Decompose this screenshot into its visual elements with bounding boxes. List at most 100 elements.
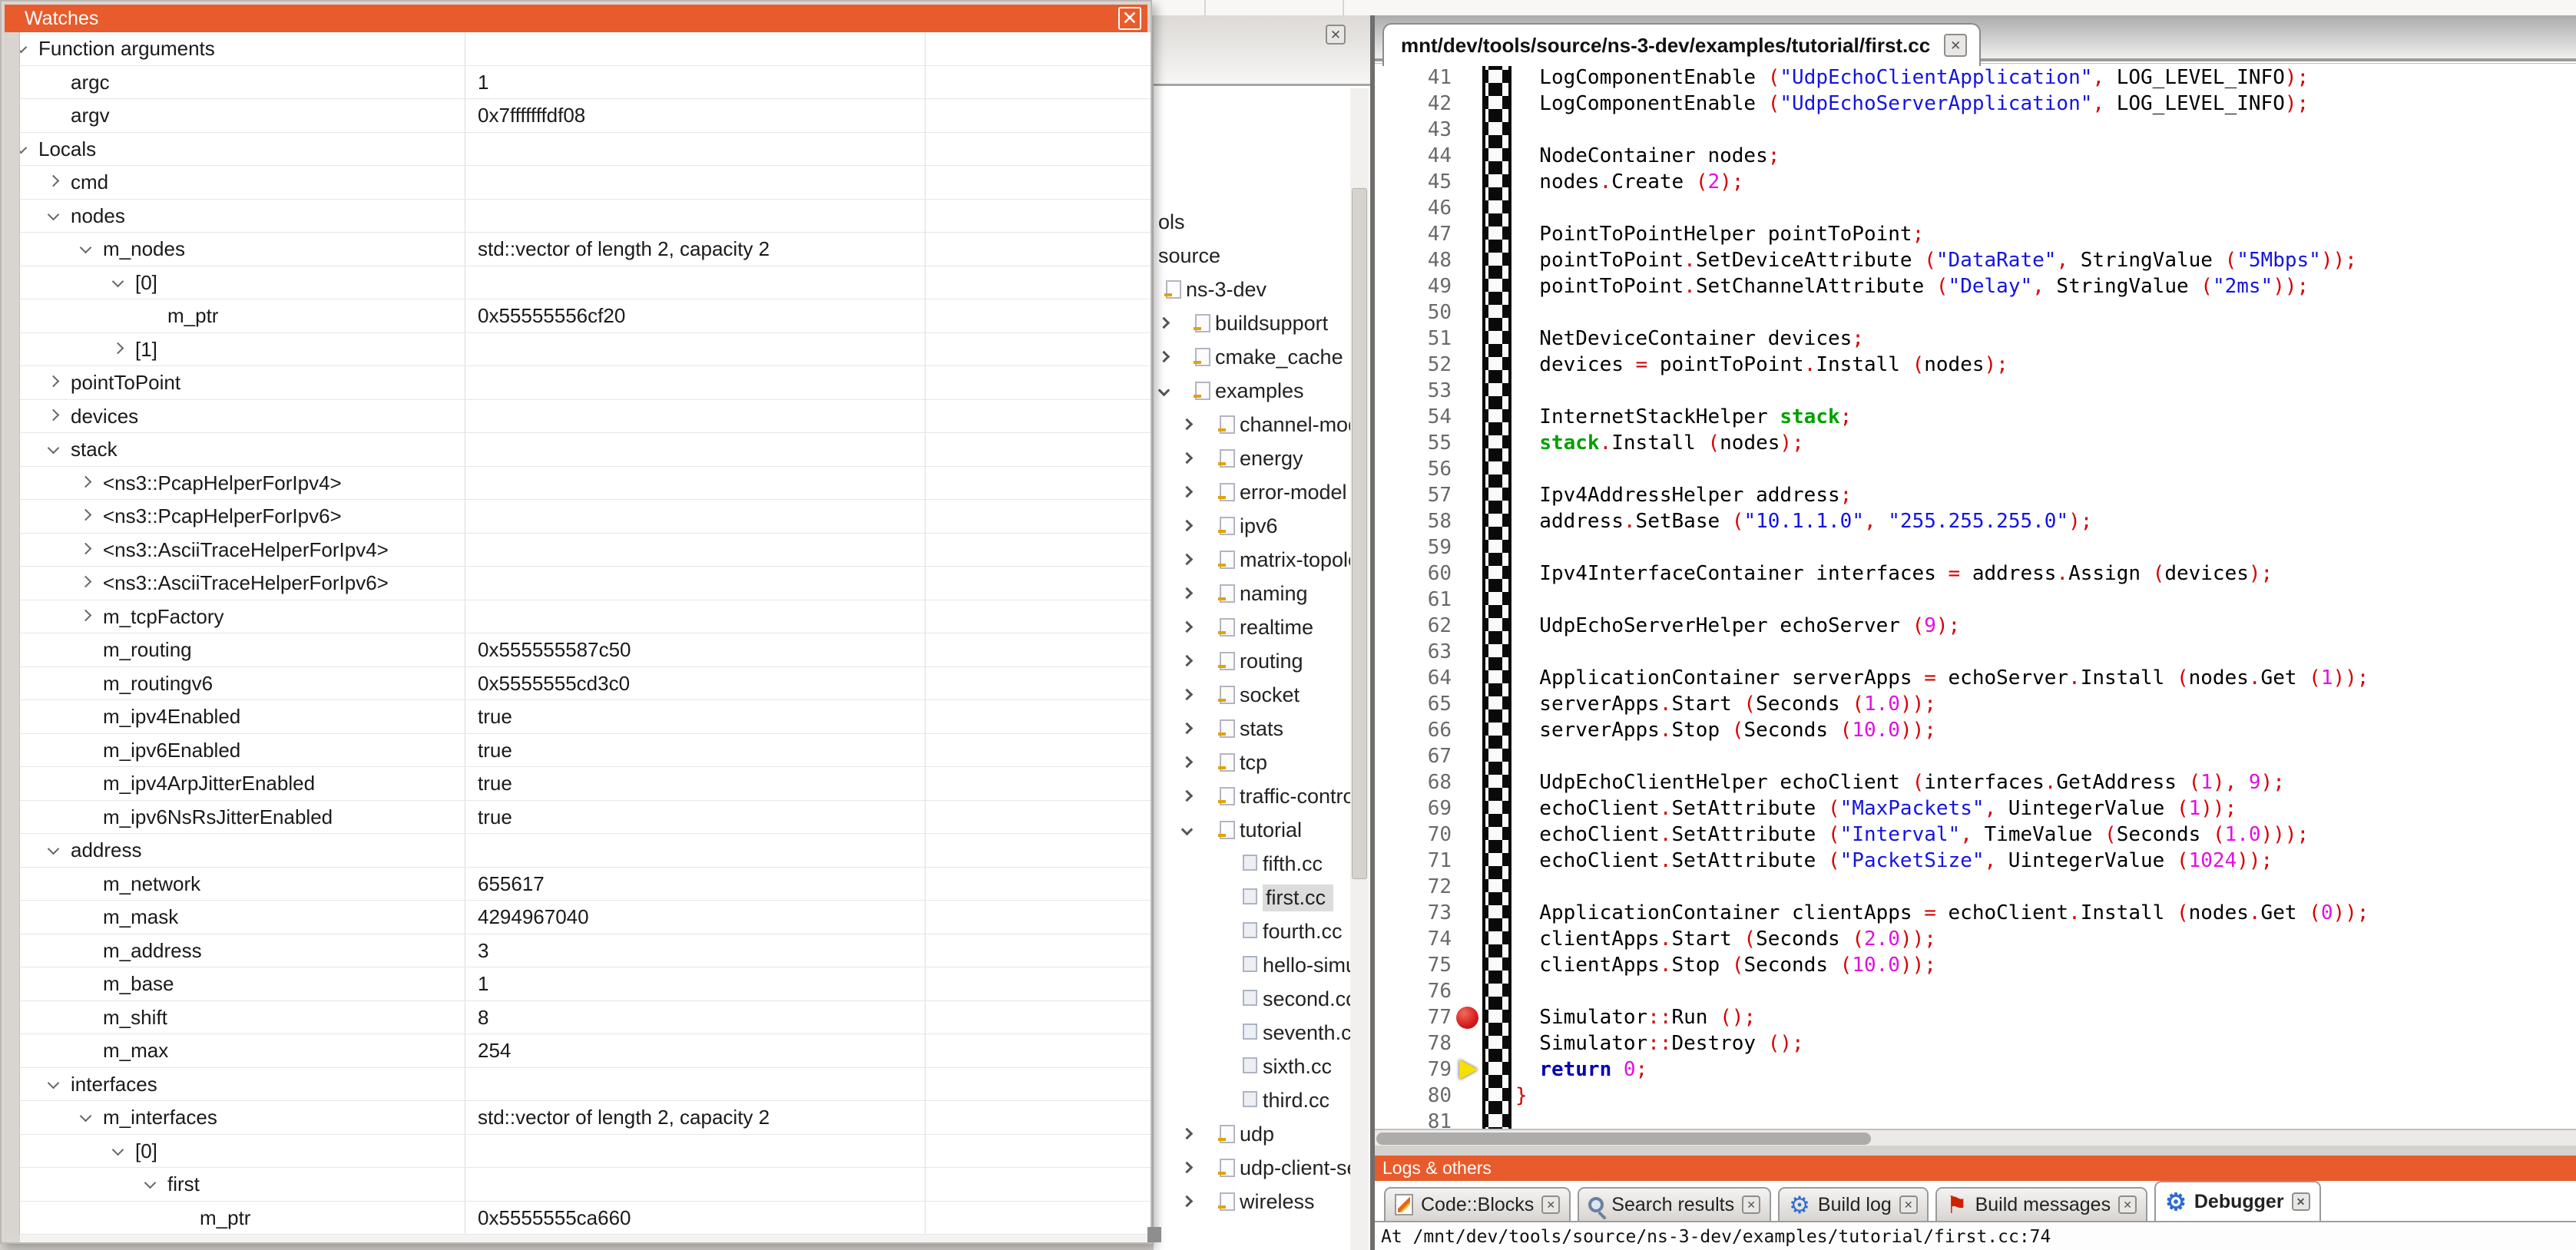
- watch-row[interactable]: m_base1: [20, 967, 1151, 1001]
- code-line[interactable]: 55 stack.Install (nodes);: [1375, 430, 2576, 456]
- close-icon[interactable]: ✕: [1742, 1195, 1760, 1214]
- watch-row[interactable]: m_max254: [20, 1034, 1151, 1068]
- line-number[interactable]: 51: [1375, 326, 1452, 352]
- chevron-right-icon[interactable]: [1181, 587, 1194, 600]
- watch-row[interactable]: pointToPoint: [20, 366, 1151, 400]
- chevron-right-icon[interactable]: [1181, 621, 1194, 633]
- watch-row[interactable]: [1]: [20, 333, 1151, 367]
- line-number[interactable]: 69: [1375, 795, 1452, 822]
- code-line[interactable]: 80}: [1375, 1083, 2576, 1109]
- code-line[interactable]: 68 UdpEchoClientHelper echoClient (inter…: [1375, 769, 2576, 795]
- tree-item-ipv6[interactable]: ipv6: [1154, 509, 1372, 543]
- watch-row[interactable]: argc1: [20, 66, 1151, 100]
- line-number[interactable]: 59: [1375, 534, 1452, 561]
- watch-row[interactable]: m_ipv4ArpJitterEnabledtrue: [20, 767, 1151, 801]
- editor-tab-first-cc[interactable]: mnt/dev/tools/source/ns-3-dev/examples/t…: [1382, 23, 1981, 66]
- code-line[interactable]: 70 echoClient.SetAttribute ("Interval", …: [1375, 822, 2576, 848]
- editor-hscrollbar[interactable]: [1375, 1129, 2576, 1146]
- line-number[interactable]: 61: [1375, 587, 1452, 613]
- chevron-right-icon[interactable]: [1181, 790, 1194, 802]
- chevron-right-icon[interactable]: [48, 408, 60, 421]
- close-icon[interactable]: ✕: [1541, 1195, 1560, 1214]
- close-icon[interactable]: ✕: [2292, 1192, 2310, 1211]
- code-line[interactable]: 67: [1375, 743, 2576, 769]
- code-line[interactable]: 44 NodeContainer nodes;: [1375, 143, 2576, 169]
- tree-item-second-cc[interactable]: second.cc: [1154, 982, 1372, 1016]
- chevron-down-icon[interactable]: [48, 843, 60, 855]
- line-number[interactable]: 80: [1375, 1083, 1452, 1109]
- chevron-right-icon[interactable]: [1181, 1162, 1194, 1174]
- tree-scrollbar[interactable]: [1350, 88, 1369, 1250]
- code-line[interactable]: 78 Simulator::Destroy ();: [1375, 1030, 2576, 1057]
- tree-item-tcp[interactable]: tcp: [1154, 746, 1372, 779]
- tree-item-hello-simul[interactable]: hello-simul: [1154, 948, 1372, 982]
- chevron-right-icon[interactable]: [80, 542, 92, 554]
- chevron-down-icon[interactable]: [112, 275, 124, 287]
- code-line[interactable]: 41 LogComponentEnable ("UdpEchoClientApp…: [1375, 64, 2576, 91]
- tree-item-tutorial[interactable]: tutorial: [1154, 813, 1372, 847]
- chevron-right-icon[interactable]: [1181, 554, 1194, 566]
- line-number[interactable]: 60: [1375, 561, 1452, 587]
- watch-row[interactable]: <ns3::PcapHelperForIpv4>: [20, 467, 1151, 501]
- watch-row[interactable]: m_ipv6NsRsJitterEnabledtrue: [20, 801, 1151, 835]
- code-line[interactable]: 47 PointToPointHelper pointToPoint;: [1375, 221, 2576, 247]
- tree-item-udp[interactable]: udp: [1154, 1117, 1372, 1151]
- chevron-right-icon[interactable]: [1181, 756, 1194, 769]
- breakpoint-icon[interactable]: [1456, 1007, 1478, 1029]
- tree-item-fifth-cc[interactable]: fifth.cc: [1154, 847, 1372, 881]
- watch-row[interactable]: first: [20, 1168, 1151, 1202]
- line-number[interactable]: 54: [1375, 404, 1452, 430]
- chevron-right-icon[interactable]: [80, 609, 92, 621]
- chevron-right-icon[interactable]: [1181, 486, 1194, 498]
- watch-row[interactable]: m_ipv6Enabledtrue: [20, 734, 1151, 768]
- watch-row[interactable]: m_network655617: [20, 868, 1151, 901]
- code-line[interactable]: 52 devices = pointToPoint.Install (nodes…: [1375, 352, 2576, 378]
- chevron-down-icon[interactable]: [1181, 824, 1194, 836]
- line-number[interactable]: 49: [1375, 273, 1452, 299]
- line-number[interactable]: 46: [1375, 195, 1452, 221]
- line-number[interactable]: 47: [1375, 221, 1452, 247]
- chevron-right-icon[interactable]: [1158, 351, 1170, 363]
- line-number[interactable]: 72: [1375, 874, 1452, 900]
- watch-row[interactable]: interfaces: [20, 1068, 1151, 1102]
- code-line[interactable]: 46: [1375, 195, 2576, 221]
- line-number[interactable]: 65: [1375, 691, 1452, 717]
- line-number[interactable]: 42: [1375, 91, 1452, 117]
- line-number[interactable]: 75: [1375, 952, 1452, 978]
- line-number[interactable]: 71: [1375, 848, 1452, 874]
- line-number[interactable]: 79: [1375, 1057, 1452, 1083]
- code-line[interactable]: 77 Simulator::Run ();: [1375, 1004, 2576, 1030]
- chevron-right-icon[interactable]: [1181, 689, 1194, 701]
- tree-item-energy[interactable]: energy: [1154, 441, 1372, 475]
- tree-item-socket[interactable]: socket: [1154, 678, 1372, 712]
- tree-item-source[interactable]: source: [1154, 239, 1372, 273]
- chevron-right-icon[interactable]: [1181, 1195, 1194, 1208]
- log-tab-build-messages[interactable]: ⚑Build messages✕: [1935, 1187, 2147, 1221]
- code-line[interactable]: 72: [1375, 874, 2576, 900]
- line-number[interactable]: 45: [1375, 169, 1452, 195]
- watch-row[interactable]: m_shift8: [20, 1001, 1151, 1035]
- code-line[interactable]: 60 Ipv4InterfaceContainer interfaces = a…: [1375, 561, 2576, 587]
- log-tab-code-blocks[interactable]: Code::Blocks✕: [1384, 1187, 1571, 1221]
- watch-row[interactable]: m_routing0x555555587c50: [20, 633, 1151, 667]
- watch-row[interactable]: m_ptr0x55555556cf20: [20, 299, 1151, 333]
- close-icon[interactable]: ✕: [1326, 25, 1346, 45]
- code-line[interactable]: 56: [1375, 456, 2576, 482]
- chevron-right-icon[interactable]: [112, 342, 124, 354]
- tree-item-matrix-topolo[interactable]: matrix-topolo: [1154, 543, 1372, 577]
- watch-row[interactable]: m_address3: [20, 934, 1151, 968]
- code-line[interactable]: 75 clientApps.Stop (Seconds (10.0));: [1375, 952, 2576, 978]
- watch-row[interactable]: m_interfacesstd::vector of length 2, cap…: [20, 1101, 1151, 1135]
- code-line[interactable]: 61: [1375, 587, 2576, 613]
- line-number[interactable]: 57: [1375, 482, 1452, 508]
- watch-row[interactable]: cmd: [20, 166, 1151, 200]
- line-number[interactable]: 68: [1375, 769, 1452, 795]
- chevron-down-icon[interactable]: [1158, 385, 1170, 397]
- code-line[interactable]: 64 ApplicationContainer serverApps = ech…: [1375, 665, 2576, 691]
- tree-item-realtime[interactable]: realtime: [1154, 610, 1372, 644]
- code-line[interactable]: 43: [1375, 117, 2576, 143]
- line-number[interactable]: 58: [1375, 508, 1452, 534]
- code-line[interactable]: 45 nodes.Create (2);: [1375, 169, 2576, 195]
- watch-row[interactable]: stack: [20, 433, 1151, 467]
- watch-row[interactable]: Locals: [20, 133, 1151, 167]
